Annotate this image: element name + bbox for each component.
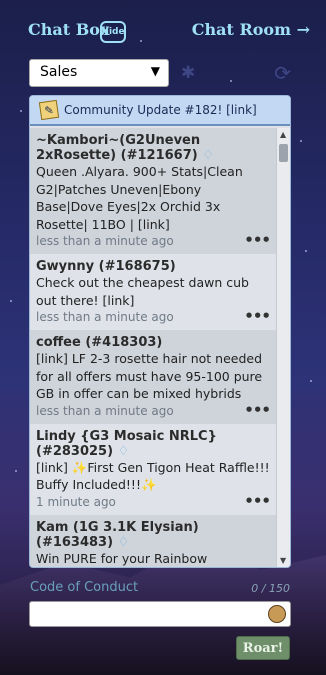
more-options-icon[interactable]: ••• — [244, 401, 271, 419]
message-text: [link] ✨First Gen Tigon Heat Raffle!!! B… — [36, 459, 270, 493]
chevron-down-icon: ▼ — [150, 64, 160, 78]
chat-controls: Sales ▼ ✱ ⟳ — [29, 59, 291, 87]
message-scrollbar[interactable]: ▲ ▼ — [276, 128, 290, 567]
message-author[interactable]: coffee (#418303) — [36, 335, 270, 350]
author-name: ~Kambori~(G2Uneven 2xRosette) (#121667) — [36, 133, 201, 163]
message-input[interactable] — [30, 602, 260, 626]
message-item: Kam (1G 3.1K Elysian) (#163483) ♢ Win PU… — [30, 514, 276, 567]
message-item: Lindy {G3 Mosaic NRLC} (#283025) ♢ [link… — [30, 424, 276, 515]
announcement-text: Community Update #182! [link] — [64, 103, 257, 117]
message-text: Win PURE for your Rainbow — [36, 550, 208, 566]
announcement-bar[interactable]: ✎ Community Update #182! [link] — [30, 96, 290, 126]
message-input-wrapper — [29, 601, 291, 627]
message-text: Check out the cheapest dawn cub out ther… — [36, 275, 249, 308]
diamond-icon: ♢ — [202, 148, 214, 163]
more-options-icon[interactable]: ••• — [244, 231, 271, 249]
chat-room-link[interactable]: Chat Room → — [192, 20, 310, 39]
message-author[interactable]: Lindy {G3 Mosaic NRLC} (#283025) ♢ — [36, 429, 270, 459]
message-list: ~Kambori~(G2Uneven 2xRosette) (#121667) … — [30, 128, 276, 567]
roar-submit-button[interactable]: Roar! — [236, 636, 290, 660]
chat-panel: ✎ Community Update #182! [link] ~Kambori… — [29, 95, 291, 568]
message-author[interactable]: Gwynny (#168675) — [36, 259, 270, 274]
message-author[interactable]: ~Kambori~(G2Uneven 2xRosette) (#121667) … — [36, 133, 270, 163]
note-icon: ✎ — [38, 99, 60, 121]
message-item: Gwynny (#168675) Check out the cheapest … — [30, 254, 276, 330]
message-text: [link] LF 2-3 rosette hair not needed fo… — [36, 351, 263, 401]
code-of-conduct-link[interactable]: Code of Conduct — [30, 580, 138, 595]
message-time: less than a minute ago — [36, 234, 174, 248]
scroll-down-icon[interactable]: ▼ — [280, 556, 286, 565]
more-options-icon[interactable]: ••• — [244, 492, 271, 510]
message-item: coffee (#418303) [link] LF 2-3 rosette h… — [30, 330, 276, 424]
scroll-up-icon[interactable]: ▲ — [280, 130, 286, 139]
gear-icon[interactable]: ✱ — [181, 63, 195, 83]
emoji-face-icon[interactable] — [268, 605, 286, 623]
message-time: less than a minute ago — [36, 310, 174, 324]
refresh-icon[interactable]: ⟳ — [274, 61, 291, 85]
room-select-value: Sales — [40, 64, 78, 80]
message-time: less than a minute ago — [36, 403, 174, 418]
chat-box-title: Chat Box — [28, 20, 110, 39]
message-item: ~Kambori~(G2Uneven 2xRosette) (#121667) … — [30, 128, 276, 254]
diamond-icon: ♢ — [117, 443, 130, 459]
diamond-icon: ♢ — [117, 534, 130, 550]
more-options-icon[interactable]: ••• — [244, 307, 271, 325]
message-time: 1 minute ago — [36, 494, 116, 509]
char-counter: 0 / 150 — [251, 582, 290, 595]
message-author[interactable]: Kam (1G 3.1K Elysian) (#163483) ♢ — [36, 520, 270, 550]
scroll-thumb[interactable] — [279, 144, 288, 162]
chat-header: Chat Box Hide Chat Room → — [28, 18, 316, 48]
hide-button[interactable]: Hide — [100, 21, 126, 43]
message-text: Queen .Alyara. 900+ Stats|Clean G2|Patch… — [36, 164, 243, 232]
room-select[interactable]: Sales ▼ — [29, 59, 169, 87]
